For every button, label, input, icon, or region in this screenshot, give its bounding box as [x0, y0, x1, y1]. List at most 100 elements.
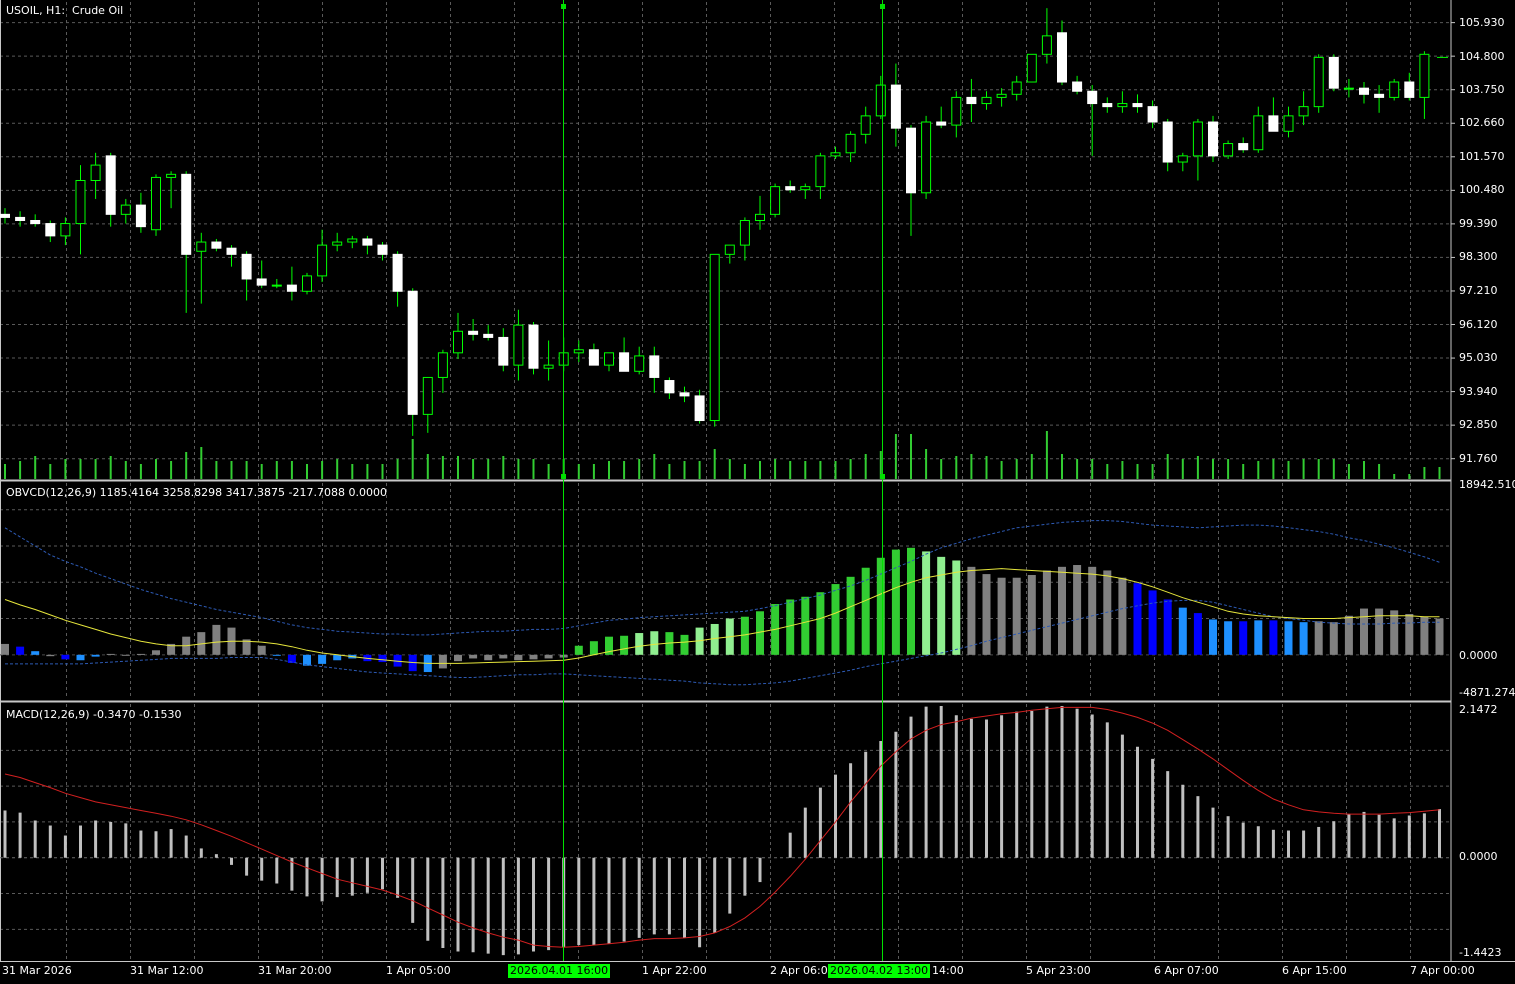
candle-bearish: [528, 324, 539, 369]
obvcd-bar: [846, 576, 855, 655]
obvcd-bar: [438, 654, 447, 669]
obvcd-bar: [1299, 622, 1308, 655]
crosshair-handle: [880, 4, 885, 9]
obvcd-bar: [16, 646, 25, 655]
obvcd-bar: [1193, 613, 1202, 655]
obvcd-bar: [1, 643, 9, 655]
candle-bullish: [151, 176, 161, 231]
candle-bearish: [1208, 121, 1218, 157]
obvcd-bar: [469, 654, 478, 659]
candle-bullish: [951, 96, 962, 126]
volume-bars: [4, 431, 1441, 479]
obvcd-bar: [61, 654, 70, 660]
candle-bullish: [1011, 81, 1022, 95]
macd-axis-zero: 0.0000: [1459, 850, 1498, 863]
candle-bearish: [226, 247, 237, 255]
candle-bullish: [634, 355, 645, 372]
crosshair-handle: [880, 474, 885, 479]
obvcd-bar: [136, 653, 145, 655]
time-label: 31 Mar 12:00: [130, 964, 204, 977]
obvcd-bar: [620, 635, 629, 655]
crosshair-handle: [561, 4, 566, 9]
candle-bullish: [739, 219, 750, 246]
candle-bearish: [1147, 106, 1158, 123]
candle-bullish: [1389, 81, 1400, 98]
candle-bullish: [317, 244, 328, 277]
candle-bullish: [437, 352, 448, 378]
candle-bullish: [1041, 35, 1052, 55]
obvcd-bar: [982, 574, 991, 655]
obvcd-bar: [786, 599, 795, 655]
candle-bullish: [1223, 143, 1234, 157]
candle-bullish: [755, 213, 765, 221]
candle-bullish: [543, 364, 554, 369]
obvcd-bar: [740, 616, 749, 655]
obvcd-bar: [876, 557, 885, 655]
price-tick-label: 99.390: [1459, 216, 1498, 230]
obvcd-bar: [801, 596, 810, 655]
candle-bearish: [906, 127, 916, 194]
macd-axis-bottom: -1.4423: [1459, 946, 1502, 959]
obvcd-bar: [891, 549, 900, 655]
obvcd-bar: [257, 645, 266, 655]
obvcd-bar: [318, 654, 327, 664]
obvcd-bar: [1118, 577, 1127, 655]
obvcd-bar: [816, 592, 825, 655]
symbol-label: USOIL, H1: Crude Oil: [6, 4, 124, 17]
candle-bullish: [921, 121, 932, 194]
candle-bullish: [120, 204, 131, 215]
price-tick-label: 96.120: [1459, 317, 1498, 331]
obvcd-bar: [1254, 620, 1263, 655]
candle-bearish: [286, 284, 297, 292]
candle-bearish: [181, 173, 192, 255]
candle-bearish: [1268, 115, 1279, 132]
candle-bullish: [845, 133, 856, 154]
obvcd-label: OBVCD(12,26,9) 1185.4164 3258.8298 3417.…: [6, 486, 387, 499]
candle-bullish: [332, 241, 343, 246]
obvcd-bar: [76, 654, 85, 661]
candle-bearish: [30, 219, 41, 225]
macd-axis-top: 2.1472: [1459, 703, 1498, 716]
candle-bearish: [936, 121, 947, 126]
candle-bearish: [407, 290, 418, 415]
candle-bearish: [1072, 81, 1083, 92]
time-label: 2 Apr 06:00: [770, 964, 835, 977]
candle-bearish: [211, 241, 222, 249]
obvcd-bar: [454, 654, 462, 662]
candle-bullish: [996, 93, 1007, 98]
candlesticks: [0, 8, 1448, 436]
obvcd-bar: [1405, 613, 1414, 655]
candle-bearish: [1132, 103, 1143, 108]
candle-bullish: [422, 376, 433, 415]
candle-bullish: [604, 352, 614, 366]
candle-bullish: [1177, 155, 1188, 163]
candle-bullish: [573, 349, 584, 354]
candle-bearish: [588, 349, 599, 366]
obvcd-bar: [1088, 566, 1097, 655]
candle-bullish: [1253, 115, 1264, 151]
obvcd-bar: [997, 577, 1006, 655]
candle-bearish: [483, 333, 494, 338]
time-label: 31 Mar 2026: [2, 964, 72, 977]
obvcd-upper-band: [4, 520, 1440, 636]
candle-bullish: [1117, 103, 1128, 108]
macd-label: MACD(12,26,9) -0.3470 -0.1530: [6, 708, 182, 721]
obvcd-bar: [1344, 615, 1353, 655]
obvcd-bar: [1360, 608, 1368, 655]
candle-bearish: [1102, 103, 1113, 108]
obvcd-indicator: [0, 520, 1451, 686]
obvcd-bar: [1224, 621, 1233, 655]
time-label: 1 Apr 05:00: [386, 964, 451, 977]
candle-bearish: [256, 278, 267, 286]
obvcd-bar: [650, 631, 659, 655]
obvcd-bar: [1209, 619, 1217, 655]
obvcd-bar: [1314, 621, 1323, 655]
crosshair-time-label-1: 2026.04.01 16:00: [508, 964, 611, 978]
obvcd-bar: [378, 654, 387, 663]
obvcd-bar: [1239, 621, 1248, 655]
obvcd-bar: [1269, 620, 1278, 655]
obvcd-bar: [46, 654, 55, 657]
candle-bullish: [830, 152, 841, 157]
candle-bearish: [966, 96, 977, 105]
candle-bullish: [60, 223, 71, 237]
